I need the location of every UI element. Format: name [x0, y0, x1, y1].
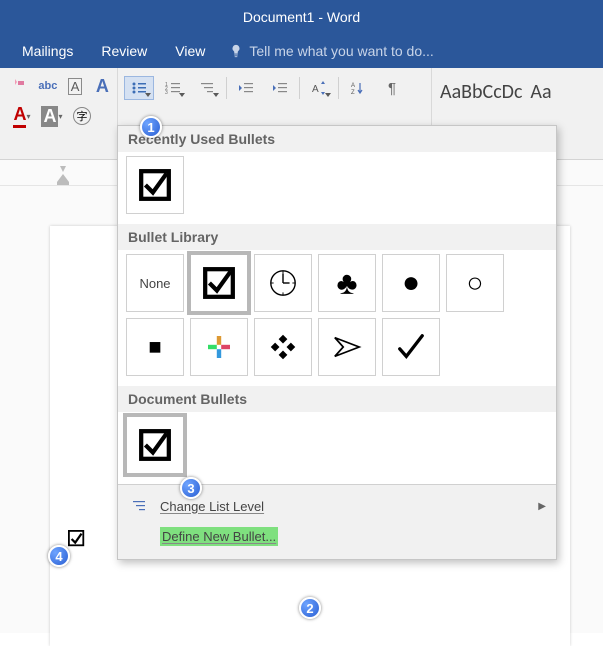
tab-review[interactable]: Review	[87, 33, 161, 68]
pilcrow-icon: ¶	[388, 80, 396, 97]
recent-bullet-checkbox[interactable]	[126, 156, 184, 214]
style-heading-preview[interactable]: Aa	[530, 80, 551, 104]
sort-icon: AZ	[351, 81, 365, 95]
text-highlight-button[interactable]: A▾	[40, 104, 64, 128]
decrease-indent-icon	[238, 81, 254, 95]
chevron-down-icon	[145, 93, 151, 97]
list-level-icon	[132, 499, 148, 513]
show-marks-button[interactable]: ¶	[377, 76, 407, 100]
define-new-bullet-item[interactable]: Define New Bullet...	[118, 521, 556, 551]
document-bullet-checkbox[interactable]	[126, 416, 184, 474]
svg-text:3: 3	[165, 90, 168, 95]
recently-used-heading: Recently Used Bullets	[118, 126, 556, 152]
chevron-down-icon	[213, 93, 219, 97]
format-painter-icon[interactable]	[10, 74, 31, 98]
document-bullets-heading: Document Bullets	[118, 386, 556, 412]
bullet-disc[interactable]: ●	[382, 254, 440, 312]
svg-text:Z: Z	[351, 90, 355, 95]
title-bar: Document1 - Word	[0, 0, 603, 33]
callout-1: 1	[140, 116, 162, 138]
tab-view[interactable]: View	[161, 33, 219, 68]
font-grow-icon[interactable]: A	[92, 74, 113, 98]
text-direction-button[interactable]: A	[304, 76, 334, 100]
tab-mailings[interactable]: Mailings	[8, 33, 87, 68]
callout-3: 3	[180, 477, 202, 499]
character-border-icon[interactable]: A	[65, 74, 86, 98]
numbering-button[interactable]: 123	[158, 76, 188, 100]
title-text: Document1 - Word	[243, 9, 360, 25]
style-normal-preview[interactable]: AaBbCcDc	[440, 80, 522, 104]
ribbon-tabs: Mailings Review View Tell me what you wa…	[0, 33, 603, 68]
font-group: abc A A A▾ A▾ 字	[0, 68, 118, 159]
bullet-library-heading: Bullet Library	[118, 224, 556, 250]
font-color-button[interactable]: A▾	[10, 104, 34, 128]
tell-me-search[interactable]: Tell me what you want to do...	[219, 43, 433, 59]
increase-indent-button[interactable]	[265, 76, 295, 100]
chevron-down-icon	[325, 93, 331, 97]
callout-4: 4	[48, 545, 70, 567]
bullet-arrowhead[interactable]	[318, 318, 376, 376]
sort-button[interactable]: AZ	[343, 76, 373, 100]
bullet-circle[interactable]: ○	[446, 254, 504, 312]
bullet-none[interactable]: None	[126, 254, 184, 312]
bullet-four-diamonds[interactable]	[254, 318, 312, 376]
increase-indent-icon	[272, 81, 288, 95]
svg-text:A: A	[351, 83, 355, 89]
lightbulb-icon	[229, 44, 243, 58]
bullet-checkmark[interactable]	[382, 318, 440, 376]
bullet-clock[interactable]	[254, 254, 312, 312]
change-list-level-label: Change List Level	[160, 499, 264, 514]
decrease-indent-button[interactable]	[231, 76, 261, 100]
multilevel-list-button[interactable]	[192, 76, 222, 100]
bullet-color-plus[interactable]	[190, 318, 248, 376]
enclose-char-icon[interactable]: 字	[70, 104, 94, 128]
bullet-square[interactable]: ■	[126, 318, 184, 376]
bullets-button[interactable]	[124, 76, 154, 100]
chevron-right-icon: ▶	[538, 501, 546, 512]
clear-format-icon[interactable]: abc	[37, 74, 58, 98]
bullet-library-row: None ♣ ● ○ ■	[118, 250, 556, 386]
bullet-club[interactable]: ♣	[318, 254, 376, 312]
define-new-bullet-label: Define New Bullet...	[160, 527, 278, 546]
chevron-down-icon	[179, 93, 185, 97]
document-bullets-row	[118, 412, 556, 484]
callout-2: 2	[299, 597, 321, 619]
recently-used-row	[118, 152, 556, 224]
bullet-checkbox[interactable]	[190, 254, 248, 312]
tell-me-placeholder: Tell me what you want to do...	[249, 43, 433, 59]
svg-text:A: A	[312, 84, 319, 95]
document-checkbox-bullet	[68, 530, 86, 548]
